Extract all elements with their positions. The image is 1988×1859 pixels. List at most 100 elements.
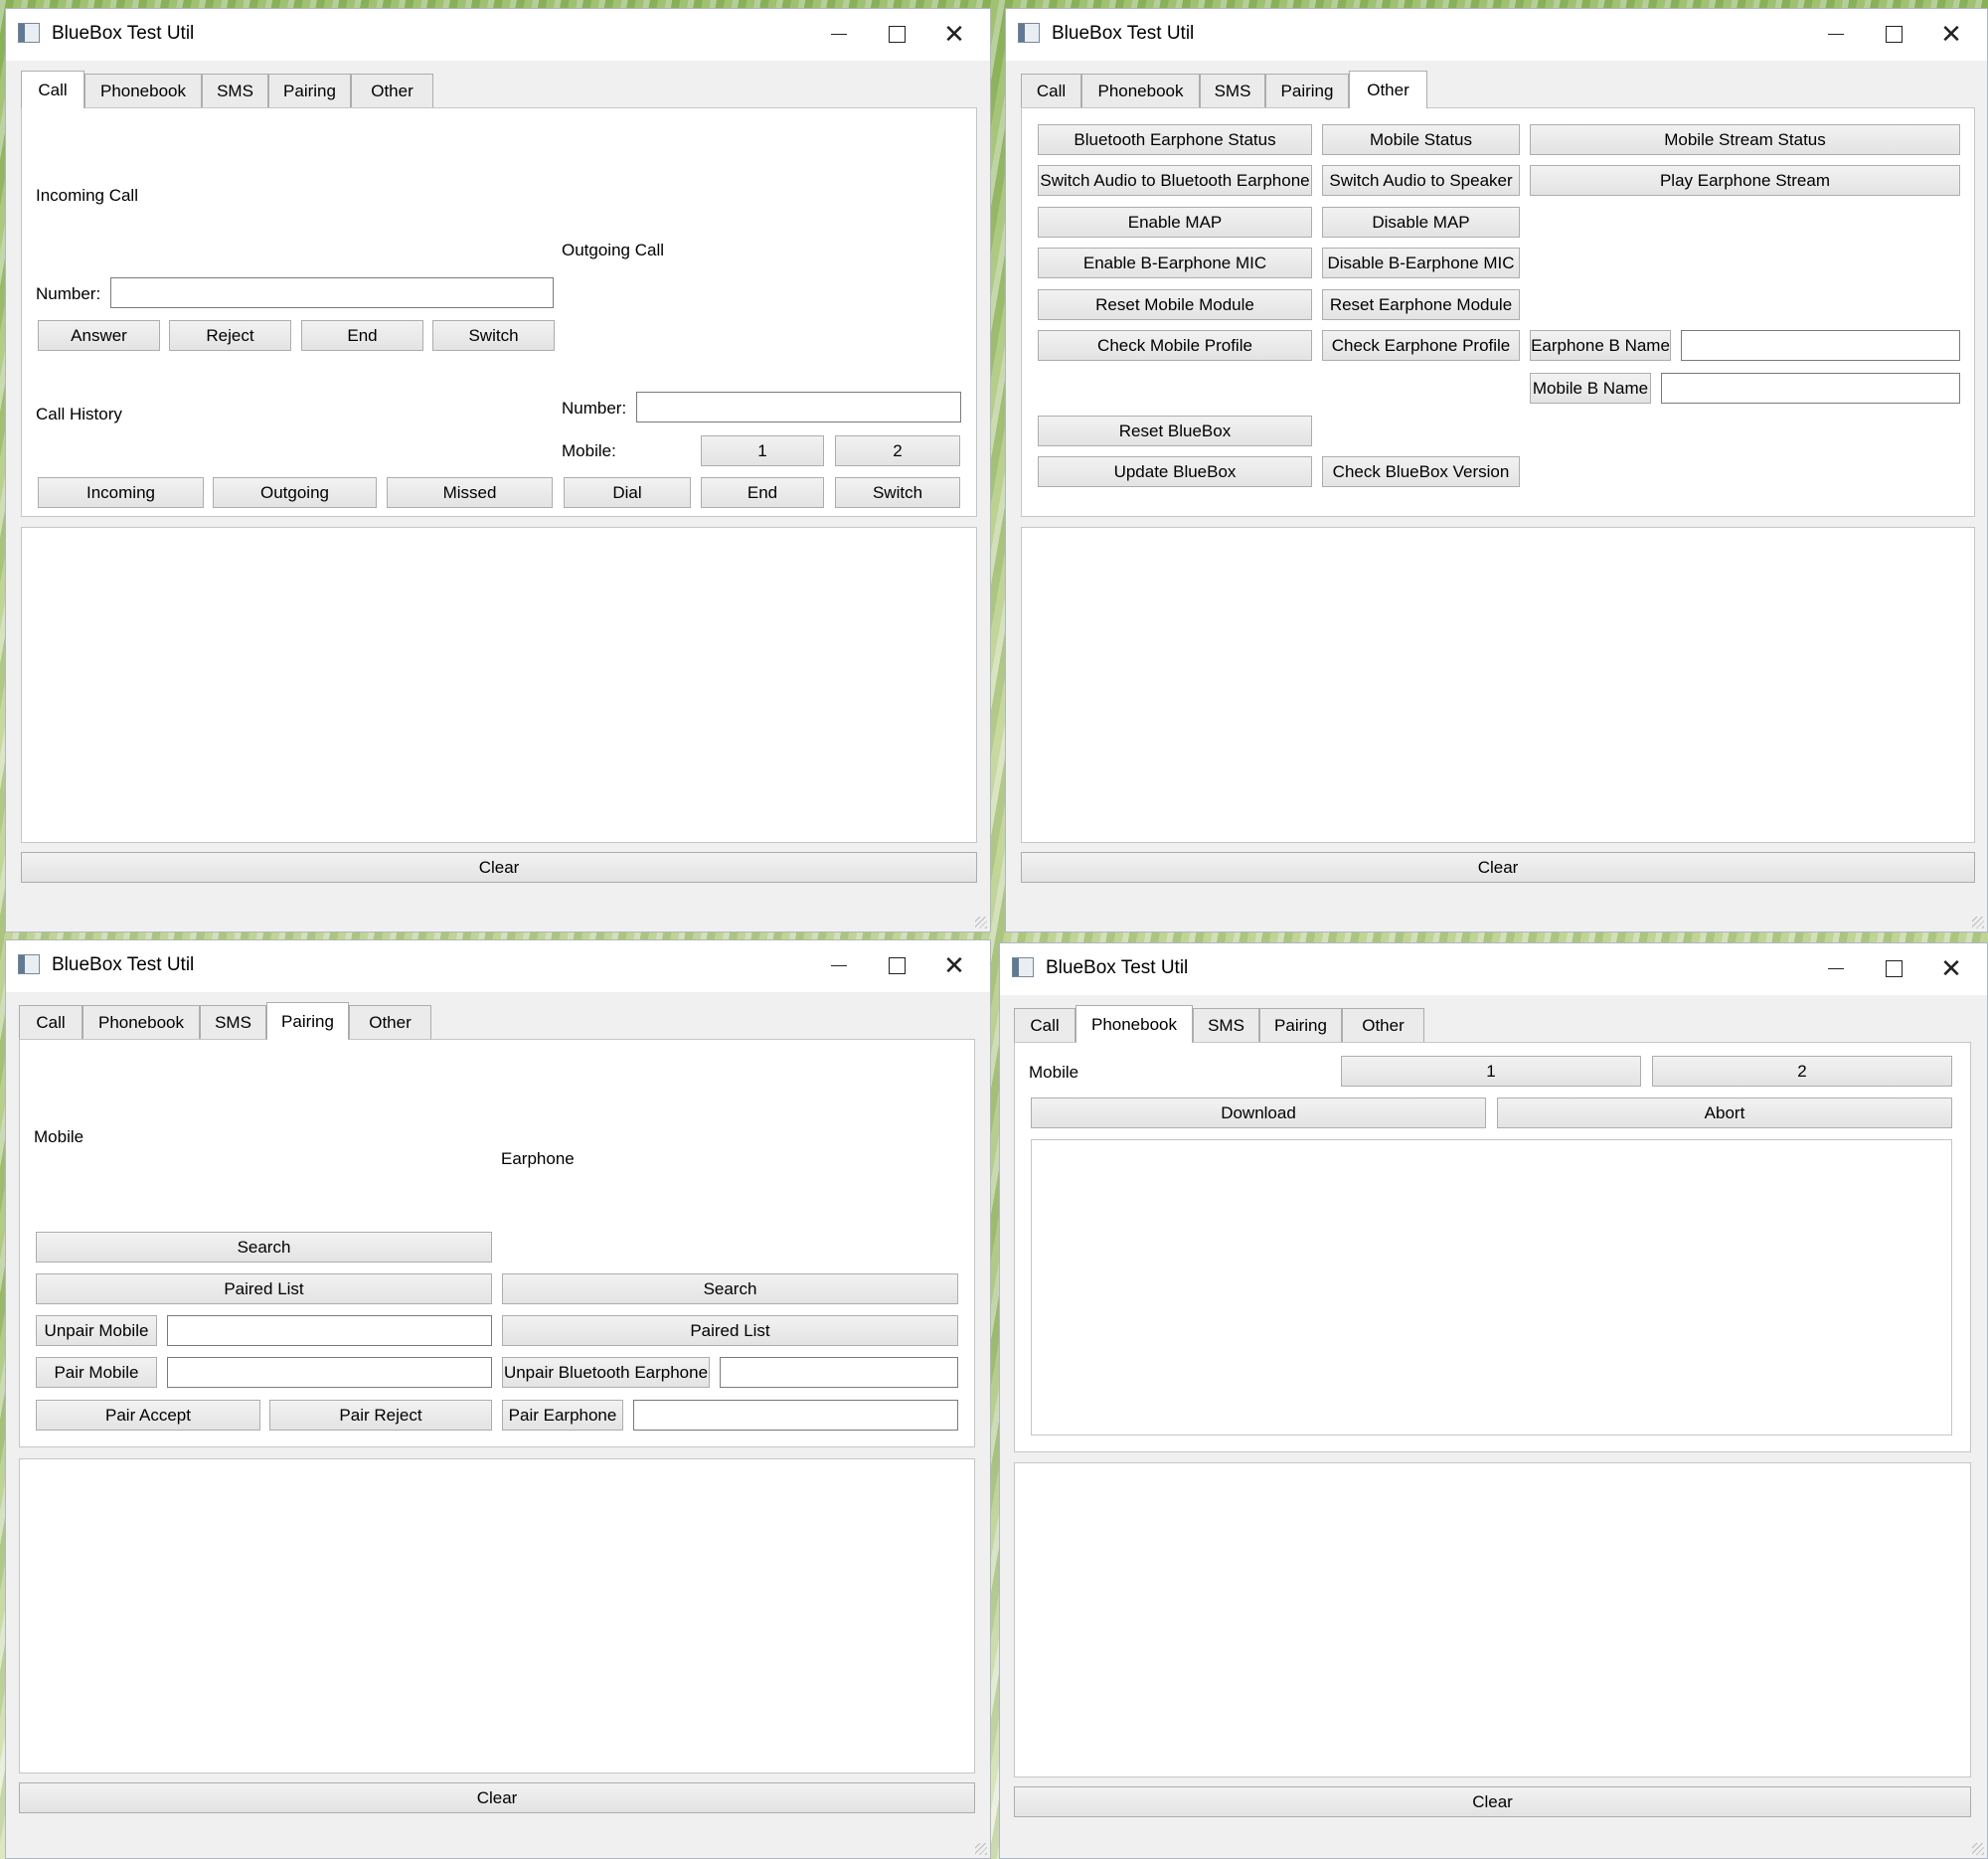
mobile-1-button[interactable]: 1 <box>1341 1056 1641 1087</box>
reset-earphone-module-button[interactable]: Reset Earphone Module <box>1322 289 1520 320</box>
mobile-2-button[interactable]: 2 <box>1652 1056 1952 1087</box>
close-icon[interactable]: ✕ <box>1929 17 1973 51</box>
switch-button[interactable]: Switch <box>432 320 555 351</box>
close-icon[interactable]: ✕ <box>932 17 976 51</box>
tab-sms[interactable]: SMS <box>1193 1008 1259 1043</box>
clear-button[interactable]: Clear <box>19 1782 975 1813</box>
mobile-search-button[interactable]: Search <box>36 1232 492 1263</box>
tab-phonebook[interactable]: Phonebook <box>1081 74 1200 108</box>
update-bluebox-button[interactable]: Update BlueBox <box>1038 456 1312 487</box>
switch-audio-bt-button[interactable]: Switch Audio to Bluetooth Earphone <box>1038 165 1312 196</box>
check-earphone-profile-button[interactable]: Check Earphone Profile <box>1322 330 1520 361</box>
log-output[interactable] <box>1014 1462 1971 1777</box>
check-bluebox-version-button[interactable]: Check BlueBox Version <box>1322 456 1520 487</box>
tab-sms[interactable]: SMS <box>202 74 268 108</box>
tab-call[interactable]: Call <box>19 1005 83 1040</box>
tab-pairing[interactable]: Pairing <box>1259 1008 1342 1043</box>
maximize-icon[interactable] <box>1872 951 1915 985</box>
reject-button[interactable]: Reject <box>169 320 291 351</box>
pair-reject-button[interactable]: Pair Reject <box>269 1400 492 1431</box>
unpair-mobile-button[interactable]: Unpair Mobile <box>36 1315 157 1346</box>
close-icon[interactable]: ✕ <box>932 948 976 982</box>
reset-mobile-module-button[interactable]: Reset Mobile Module <box>1038 289 1312 320</box>
window-pairing: BlueBox Test Util ✕ Call Phonebook SMS P… <box>5 939 991 1859</box>
pair-mobile-input[interactable] <box>167 1357 492 1388</box>
minimize-icon[interactable] <box>1814 17 1858 51</box>
check-mobile-profile-button[interactable]: Check Mobile Profile <box>1038 330 1312 361</box>
play-earphone-stream-button[interactable]: Play Earphone Stream <box>1530 165 1960 196</box>
resize-grip[interactable] <box>975 917 987 929</box>
tab-phonebook[interactable]: Phonebook <box>84 74 202 108</box>
mobile-1-button[interactable]: 1 <box>701 435 824 466</box>
tab-pairing[interactable]: Pairing <box>266 1002 349 1040</box>
minimize-icon[interactable] <box>817 948 861 982</box>
log-output[interactable] <box>1021 527 1975 843</box>
disable-map-button[interactable]: Disable MAP <box>1322 207 1520 238</box>
phonebook-list[interactable] <box>1031 1139 1952 1436</box>
resize-grip[interactable] <box>1972 917 1984 929</box>
mobile-status-button[interactable]: Mobile Status <box>1322 124 1520 155</box>
outgoing-number-input[interactable] <box>636 392 961 422</box>
mobile-label: Mobile <box>1029 1063 1079 1082</box>
disable-b-earphone-mic-button[interactable]: Disable B-Earphone MIC <box>1322 248 1520 278</box>
maximize-icon[interactable] <box>875 17 918 51</box>
missed-history-button[interactable]: Missed <box>387 477 553 508</box>
bluetooth-earphone-status-button[interactable]: Bluetooth Earphone Status <box>1038 124 1312 155</box>
dial-button[interactable]: Dial <box>564 477 691 508</box>
log-output[interactable] <box>21 527 977 843</box>
pair-accept-button[interactable]: Pair Accept <box>36 1400 260 1431</box>
tab-sms[interactable]: SMS <box>200 1005 266 1040</box>
tab-other[interactable]: Other <box>1342 1008 1424 1043</box>
close-icon[interactable]: ✕ <box>1929 951 1973 985</box>
tab-call[interactable]: Call <box>21 71 84 108</box>
clear-button[interactable]: Clear <box>1021 852 1975 883</box>
minimize-icon[interactable] <box>1814 951 1858 985</box>
tab-pairing[interactable]: Pairing <box>1265 74 1349 108</box>
mobile-2-button[interactable]: 2 <box>835 435 960 466</box>
earphone-b-name-input[interactable] <box>1681 330 1960 361</box>
tab-call[interactable]: Call <box>1014 1008 1076 1043</box>
log-output[interactable] <box>19 1458 975 1774</box>
tab-call[interactable]: Call <box>1021 74 1081 108</box>
earphone-search-button[interactable]: Search <box>502 1273 958 1304</box>
maximize-icon[interactable] <box>1872 17 1915 51</box>
resize-grip[interactable] <box>1972 1843 1984 1855</box>
unpair-bt-earphone-button[interactable]: Unpair Bluetooth Earphone <box>502 1357 710 1388</box>
maximize-icon[interactable] <box>875 948 918 982</box>
clear-button[interactable]: Clear <box>21 852 977 883</box>
tab-sms[interactable]: SMS <box>1200 74 1265 108</box>
abort-button[interactable]: Abort <box>1497 1098 1952 1128</box>
enable-b-earphone-mic-button[interactable]: Enable B-Earphone MIC <box>1038 248 1312 278</box>
tab-other[interactable]: Other <box>349 1005 431 1040</box>
pair-earphone-input[interactable] <box>633 1400 958 1431</box>
incoming-history-button[interactable]: Incoming <box>38 477 204 508</box>
incoming-number-input[interactable] <box>110 277 554 308</box>
end-button[interactable]: End <box>301 320 423 351</box>
resize-grip[interactable] <box>975 1843 987 1855</box>
download-button[interactable]: Download <box>1031 1098 1486 1128</box>
tab-phonebook[interactable]: Phonebook <box>83 1005 200 1040</box>
earphone-b-name-button[interactable]: Earphone B Name <box>1530 330 1671 361</box>
mobile-paired-list-button[interactable]: Paired List <box>36 1273 492 1304</box>
mobile-b-name-button[interactable]: Mobile B Name <box>1530 373 1651 404</box>
switch-audio-speaker-button[interactable]: Switch Audio to Speaker <box>1322 165 1520 196</box>
tab-pairing[interactable]: Pairing <box>268 74 351 108</box>
tab-phonebook[interactable]: Phonebook <box>1076 1005 1193 1043</box>
answer-button[interactable]: Answer <box>38 320 160 351</box>
clear-button[interactable]: Clear <box>1014 1786 1971 1817</box>
minimize-icon[interactable] <box>817 17 861 51</box>
tab-other[interactable]: Other <box>351 74 433 108</box>
pair-mobile-button[interactable]: Pair Mobile <box>36 1357 157 1388</box>
mobile-b-name-input[interactable] <box>1661 373 1960 404</box>
tab-other[interactable]: Other <box>1349 71 1427 108</box>
reset-bluebox-button[interactable]: Reset BlueBox <box>1038 416 1312 446</box>
pair-earphone-button[interactable]: Pair Earphone <box>502 1400 623 1431</box>
enable-map-button[interactable]: Enable MAP <box>1038 207 1312 238</box>
unpair-mobile-input[interactable] <box>167 1315 492 1346</box>
outgoing-history-button[interactable]: Outgoing <box>213 477 377 508</box>
earphone-paired-list-button[interactable]: Paired List <box>502 1315 958 1346</box>
outgoing-end-button[interactable]: End <box>701 477 824 508</box>
mobile-stream-status-button[interactable]: Mobile Stream Status <box>1530 124 1960 155</box>
unpair-bt-earphone-input[interactable] <box>720 1357 958 1388</box>
outgoing-switch-button[interactable]: Switch <box>835 477 960 508</box>
